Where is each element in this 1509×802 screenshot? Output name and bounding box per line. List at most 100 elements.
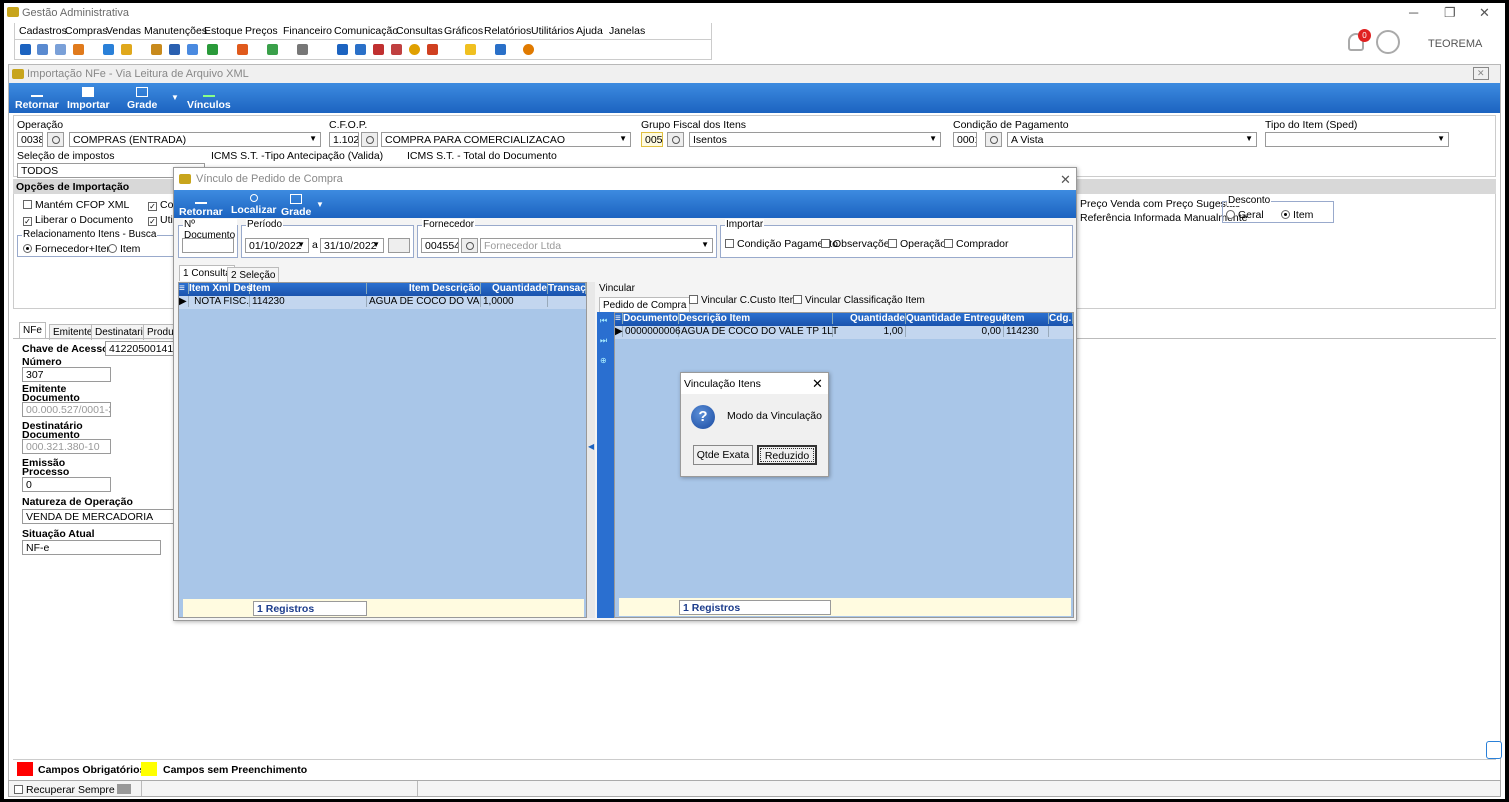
item-radio[interactable]: Item: [108, 243, 140, 255]
geral-radio[interactable]: Geral: [1226, 209, 1264, 221]
localizar-button[interactable]: Localizar: [231, 194, 277, 216]
date-from-input[interactable]: 01/10/2022 ▼: [245, 238, 309, 253]
uti-checkbox[interactable]: ✓ Uti: [148, 214, 173, 226]
imp-operacao-checkbox[interactable]: Operação: [888, 238, 946, 250]
menu-compras[interactable]: Compras: [65, 25, 108, 37]
splitter-handle[interactable]: ◀: [587, 282, 595, 618]
emitente-documento-input[interactable]: 00.000.527/0001-30: [22, 402, 111, 417]
toolbar-icon-5[interactable]: [103, 44, 114, 55]
toolbar-icon-3[interactable]: [55, 44, 66, 55]
tab-pedido-compra[interactable]: Pedido de Compra: [599, 297, 691, 313]
menu-comunicacao[interactable]: Comunicação: [334, 25, 398, 37]
processo-input[interactable]: 0: [22, 477, 111, 492]
reduzido-button[interactable]: Reduzido: [757, 445, 817, 465]
menu-relatorios[interactable]: Relatórios: [484, 25, 531, 37]
last-record-icon[interactable]: ⏭: [600, 336, 607, 346]
first-record-icon[interactable]: ⏮: [600, 316, 607, 326]
fornecedor-code-input[interactable]: 0045541: [421, 238, 459, 253]
modal-close-icon[interactable]: ✕: [812, 376, 823, 392]
vincular-classificacao-checkbox[interactable]: Vincular Classificação Item: [793, 295, 925, 306]
fornecedor-select[interactable]: Fornecedor Ltda ▼: [480, 238, 713, 253]
condicao-select[interactable]: A Vista ▼: [1007, 132, 1257, 147]
grupo-fiscal-search-icon[interactable]: [667, 132, 684, 147]
add-link-icon[interactable]: ⊕: [600, 356, 607, 365]
toolbar-icon-18[interactable]: [409, 44, 420, 55]
col-item[interactable]: Item: [250, 283, 367, 294]
vinculo-retornar-button[interactable]: Retornar: [179, 194, 223, 218]
imp-observacoes-checkbox[interactable]: Observações: [821, 238, 895, 250]
menu-consultas[interactable]: Consultas: [396, 25, 443, 37]
toolbar-icon-19[interactable]: [427, 44, 438, 55]
retornar-button[interactable]: Retornar: [15, 87, 59, 111]
calendar-icon[interactable]: [373, 44, 384, 55]
operacao-select[interactable]: COMPRAS (ENTRADA) ▼: [69, 132, 321, 147]
vinculo-grade-button[interactable]: Grade: [281, 194, 311, 218]
user-avatar-icon[interactable]: [1376, 30, 1400, 54]
fornecedor-search-icon[interactable]: [461, 238, 478, 253]
tab-nfe[interactable]: NFe: [19, 322, 46, 338]
toolbar-icon-11[interactable]: [237, 44, 248, 55]
destinatario-documento-input[interactable]: 000.321.380-10: [22, 439, 111, 454]
chevron-left-icon[interactable]: ◀: [588, 442, 594, 451]
calculator-icon[interactable]: [337, 44, 348, 55]
menu-estoque[interactable]: Estoque: [204, 25, 243, 37]
toolbar-icon-15[interactable]: [355, 44, 366, 55]
menu-precos[interactable]: Preços: [245, 25, 278, 37]
toolbar-icon-2[interactable]: [37, 44, 48, 55]
qtde-exata-button[interactable]: Qtde Exata: [693, 445, 753, 465]
menu-vendas[interactable]: Vendas: [106, 25, 141, 37]
menu-graficos[interactable]: Gráficos: [444, 25, 483, 37]
menu-manutencoes[interactable]: Manutenções: [144, 25, 207, 37]
recuperar-sempre-checkbox[interactable]: Recuperar Sempre: [14, 784, 115, 796]
grupo-fiscal-select[interactable]: Isentos ▼: [689, 132, 941, 147]
liberar-documento-checkbox[interactable]: ✓ Liberar o Documento: [23, 214, 133, 226]
importar-button[interactable]: Importar: [67, 87, 110, 111]
col-right-item[interactable]: Item: [1004, 313, 1049, 324]
toolbar-icon-4[interactable]: [73, 44, 84, 55]
mantem-cfop-checkbox[interactable]: Mantém CFOP XML: [23, 199, 129, 211]
natureza-operacao-input[interactable]: VENDA DE MERCADORIA: [22, 509, 180, 524]
cfop-select[interactable]: COMPRA PARA COMERCIALIZACAO ▼: [381, 132, 631, 147]
col-item-xml[interactable]: Item Xml Des: [189, 283, 252, 294]
numero-input[interactable]: 307: [22, 367, 111, 382]
vincular-ccusto-checkbox[interactable]: Vincular C.Custo Item: [689, 295, 798, 306]
grade-dropdown-icon[interactable]: ▼: [171, 93, 179, 102]
col-quantidade-entregue[interactable]: Quantidade Entregue: [906, 313, 1007, 324]
restore-icon[interactable]: ❐: [1444, 5, 1456, 21]
menu-ajuda[interactable]: Ajuda: [576, 25, 603, 37]
favorites-star-icon[interactable]: [465, 44, 476, 55]
toolbar-icon-6[interactable]: [121, 44, 132, 55]
vinculos-button[interactable]: Vínculos: [187, 87, 231, 111]
desconto-item-radio[interactable]: Item: [1281, 209, 1313, 221]
date-to-input[interactable]: 31/10/2022 ▼: [320, 238, 384, 253]
vinculo-grade-dropdown-icon[interactable]: ▼: [316, 200, 324, 209]
close-icon[interactable]: ✕: [1479, 5, 1490, 21]
grid-menu-icon-2[interactable]: ≡: [615, 313, 623, 324]
operacao-search-icon[interactable]: [47, 132, 64, 147]
condicao-search-icon[interactable]: [985, 132, 1002, 147]
cfop-search-icon[interactable]: [361, 132, 378, 147]
col-documento[interactable]: Documento: [623, 313, 679, 324]
printer-icon[interactable]: [297, 44, 308, 55]
toolbar-icon-9[interactable]: [187, 44, 198, 55]
tab-selecao[interactable]: 2 Seleção: [227, 267, 280, 283]
toolbar-icon-12[interactable]: [267, 44, 278, 55]
menu-janelas[interactable]: Janelas: [609, 25, 645, 37]
teamviewer-icon[interactable]: [1486, 741, 1502, 759]
chave-acesso-input[interactable]: 41220500141527: [105, 341, 180, 356]
situacao-atual-input[interactable]: NF-e: [22, 540, 161, 555]
power-icon[interactable]: [523, 44, 534, 55]
table-row[interactable]: ▶ 0000000006 AGUA DE COCO DO VALE TP 1LT…: [615, 326, 1073, 339]
toolbar-icon-7[interactable]: [151, 44, 162, 55]
fornecedor-item-radio[interactable]: Fornecedor+Item: [23, 243, 115, 255]
grupo-fiscal-code-input[interactable]: 005: [641, 132, 663, 147]
operacao-code-input[interactable]: 0038: [17, 132, 43, 147]
toolbar-icon-1[interactable]: [20, 44, 31, 55]
cfop-code-input[interactable]: 1.102: [329, 132, 359, 147]
calendar-picker-icon[interactable]: [388, 238, 410, 253]
col-right-quantidade[interactable]: Quantidade: [833, 313, 906, 324]
condicao-code-input[interactable]: 0001: [953, 132, 977, 147]
tipo-item-select[interactable]: ▼: [1265, 132, 1449, 147]
menu-utilitarios[interactable]: Utilitários: [531, 25, 574, 37]
imp-comprador-checkbox[interactable]: Comprador: [944, 238, 1009, 250]
